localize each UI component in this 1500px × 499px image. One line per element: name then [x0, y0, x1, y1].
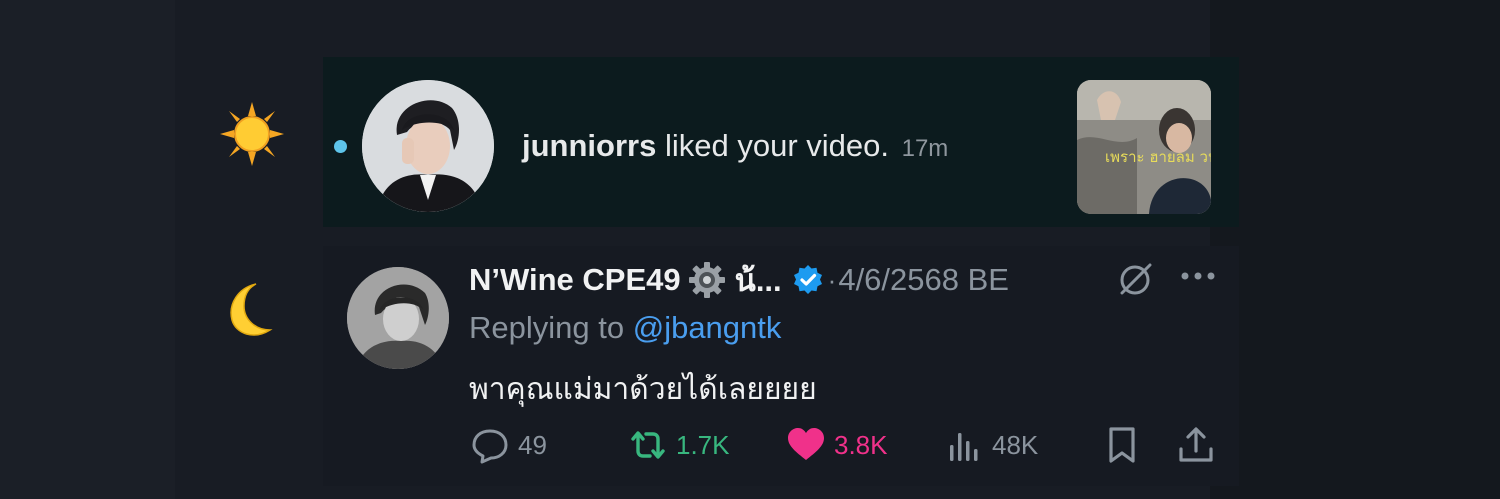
replying-prefix: Replying to	[469, 310, 625, 345]
tweet-action-bar: 49 1.7K 3.8K 48K	[0, 420, 1500, 470]
tweet-author-avatar[interactable]	[347, 267, 449, 369]
reply-button[interactable]: 49	[470, 420, 547, 470]
share-button[interactable]	[1176, 420, 1216, 470]
thumbnail-caption: เพราะ ฮายลม วนนี้	[1105, 146, 1211, 166]
reply-count: 49	[518, 429, 547, 460]
share-icon	[1179, 427, 1213, 462]
tweet-text: พาคุณแม่มาด้วยได้เลยยยย	[469, 373, 817, 406]
tweet-name-suffix: น้...	[734, 263, 782, 298]
views-button[interactable]: 48K	[944, 420, 1038, 470]
verified-badge-icon	[793, 265, 822, 294]
gear-icon	[688, 262, 725, 298]
replying-to-line: Replying to @jbangntk	[469, 310, 781, 346]
like-button[interactable]: 3.8K	[786, 420, 888, 470]
notification-text: junniorrs liked your video. 17m	[522, 128, 948, 164]
views-chart-icon	[950, 433, 978, 461]
more-options-icon[interactable]	[1178, 262, 1218, 290]
notification-action: liked your video.	[664, 128, 889, 163]
notification-username[interactable]: junniorrs	[522, 128, 656, 163]
views-count: 48K	[992, 429, 1039, 460]
video-thumbnail[interactable]: เพราะ ฮายลม วนนี้	[1077, 80, 1211, 214]
header-separator: ·	[827, 264, 837, 295]
tweet-author-avatar-image	[347, 267, 449, 369]
unread-indicator-dot	[334, 140, 347, 153]
avatar-image	[362, 80, 494, 212]
tweet-header: N’Wine CPE49 น้... · 4/6/2568 BE	[469, 258, 1009, 302]
avatar[interactable]	[362, 80, 494, 212]
tweet-date[interactable]: 4/6/2568 BE	[838, 262, 1009, 298]
bookmark-button[interactable]	[1102, 420, 1142, 470]
retweet-icon	[631, 431, 665, 459]
grok-icon[interactable]	[1115, 260, 1155, 300]
retweet-button[interactable]: 1.7K	[628, 420, 730, 470]
notification-time: 17m	[901, 135, 949, 162]
reply-icon	[472, 429, 508, 464]
tweet-display-name[interactable]: N’Wine CPE49	[469, 262, 681, 298]
replying-handle-link[interactable]: @jbangntk	[633, 310, 782, 345]
video-thumbnail-image: เพราะ ฮายลม วนนี้	[1077, 80, 1211, 214]
bookmark-icon	[1109, 427, 1135, 463]
retweet-count: 1.7K	[676, 429, 730, 460]
heart-icon	[788, 428, 824, 460]
crescent-moon-icon	[230, 283, 273, 336]
sun-icon	[220, 102, 284, 166]
like-count: 3.8K	[834, 429, 888, 460]
